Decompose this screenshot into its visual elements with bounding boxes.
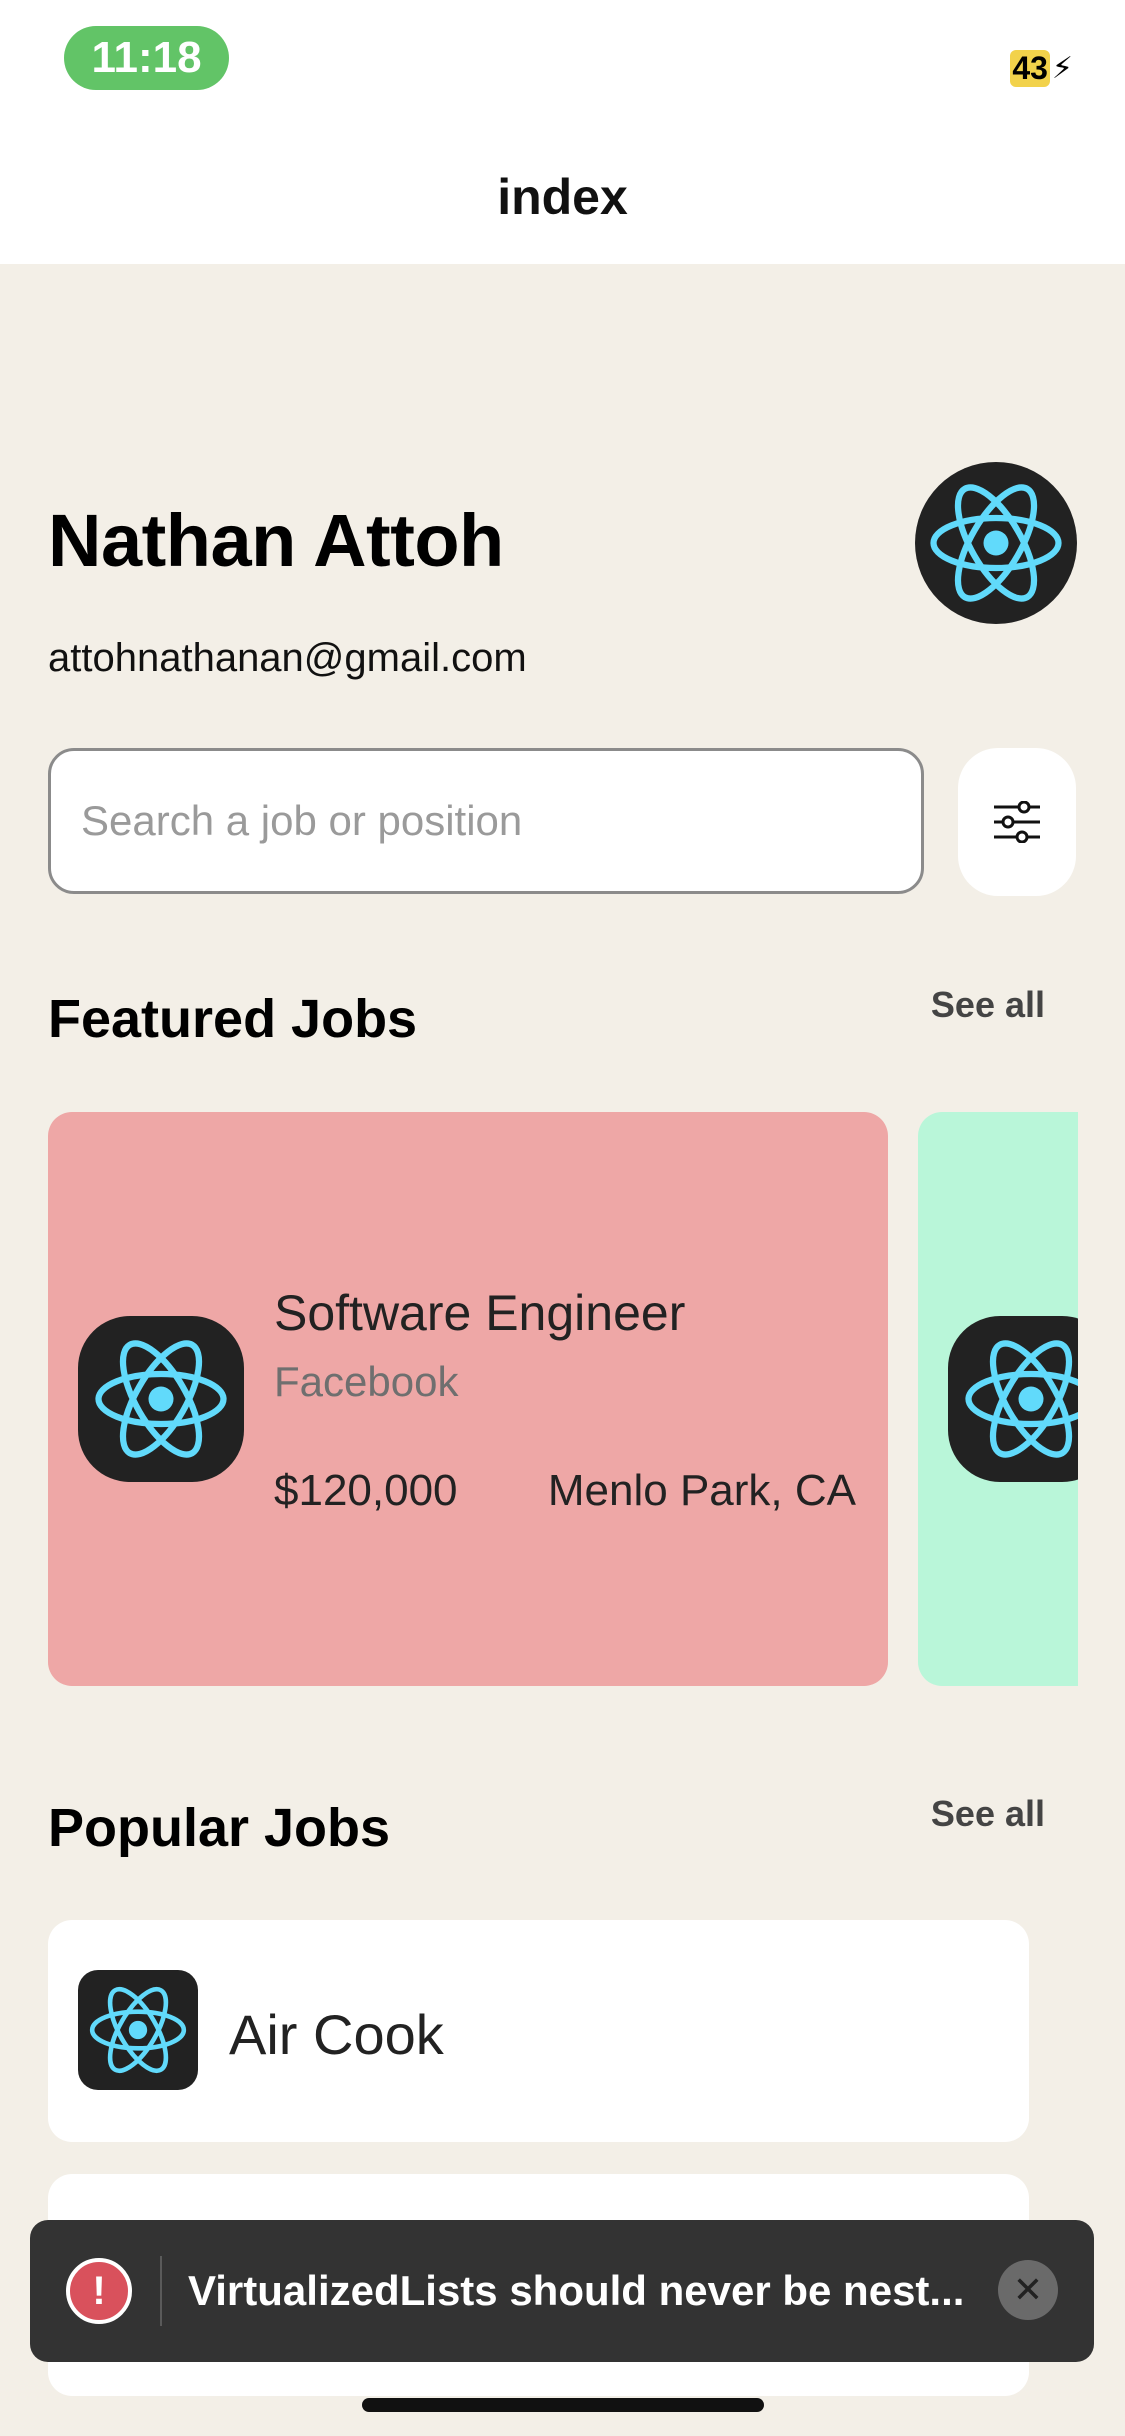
search-box — [48, 748, 924, 894]
react-logo-icon — [930, 484, 1062, 602]
popular-see-all-link[interactable]: See all — [931, 1793, 1045, 1835]
avatar[interactable] — [915, 462, 1077, 624]
battery-level: 43 — [1010, 49, 1050, 87]
react-logo-icon — [89, 1986, 187, 2074]
job-location: Menlo Park, CA — [547, 1466, 856, 1515]
home-indicator[interactable] — [362, 2398, 764, 2412]
featured-jobs-title: Featured Jobs — [48, 989, 418, 1049]
error-toast[interactable]: ! VirtualizedLists should never be nest.… — [30, 2220, 1094, 2362]
popular-job-card[interactable]: Air Cook — [48, 1920, 1029, 2142]
profile-email: attohnathanan@gmail.com — [48, 636, 527, 680]
battery-indicator: 43 ⚡ — [1010, 49, 1073, 87]
top-bar: 11:18 43 ⚡ index — [0, 0, 1125, 264]
company-logo — [948, 1316, 1078, 1482]
popular-job-title: Air Cook — [229, 2003, 444, 2066]
status-time: 11:18 — [64, 26, 229, 90]
featured-see-all-link[interactable]: See all — [931, 984, 1045, 1026]
charging-bolt-icon: ⚡ — [1051, 51, 1073, 85]
toast-divider — [160, 2256, 162, 2326]
toast-message: VirtualizedLists should never be nest... — [188, 2267, 965, 2314]
job-title: Software Engineer — [274, 1285, 686, 1341]
company-logo — [78, 1316, 244, 1482]
job-company: Facebook — [274, 1358, 459, 1405]
react-logo-icon — [965, 1340, 1078, 1458]
search-input[interactable] — [79, 796, 921, 846]
featured-job-card[interactable] — [918, 1112, 1078, 1686]
error-icon: ! — [66, 2258, 132, 2324]
company-logo — [78, 1970, 198, 2090]
filter-button[interactable] — [958, 748, 1076, 896]
job-salary: $120,000 — [274, 1466, 458, 1515]
featured-job-card[interactable]: Software Engineer Facebook $120,000 Menl… — [48, 1112, 888, 1686]
sliders-icon — [994, 801, 1040, 843]
close-icon[interactable]: ✕ — [998, 2260, 1058, 2320]
react-logo-icon — [95, 1340, 227, 1458]
popular-jobs-title: Popular Jobs — [48, 1798, 391, 1858]
page-title: index — [497, 169, 628, 225]
profile-name: Nathan Attoh — [48, 499, 504, 582]
